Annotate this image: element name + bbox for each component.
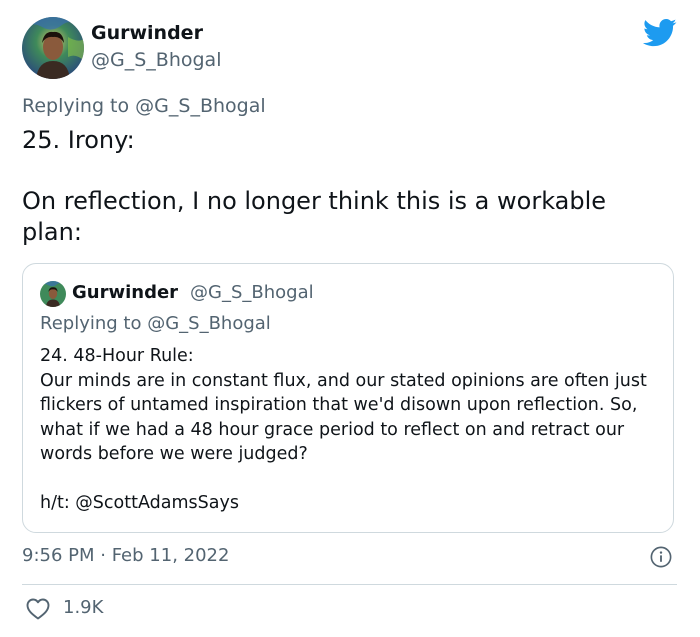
quoted-replying-to: Replying to @G_S_Bhogal [40,313,271,334]
author-avatar[interactable] [22,17,84,79]
tweet-text: 25. Irony: On reflection, I no longer th… [22,125,672,248]
tweet-line-1: 25. Irony: [22,126,135,154]
quoted-title: 24. 48-Hour Rule: [40,346,194,366]
quoted-author-display-name: Gurwinder [72,282,179,303]
tweet-line-2: On reflection, I no longer think this is… [22,187,607,246]
avatar-image [22,17,84,79]
quoted-replying-handle: @G_S_Bhogal [147,313,271,334]
quoted-author-avatar [40,281,66,307]
info-icon[interactable] [650,546,672,568]
author-handle[interactable]: @G_S_Bhogal [91,49,221,71]
quoted-avatar-image [40,281,66,307]
divider [22,584,677,585]
heart-icon[interactable] [26,598,50,620]
replying-handle-link[interactable]: @G_S_Bhogal [135,95,265,117]
tweet-timestamp[interactable]: 9:56 PM · Feb 11, 2022 [22,545,229,566]
like-count: 1.9K [63,597,104,618]
twitter-bird-icon[interactable] [643,18,677,48]
quoted-hat-tip: h/t: @ScottAdamsSays [40,492,239,513]
quoted-body: Our minds are in constant flux, and our … [40,370,647,465]
quoted-tweet-card[interactable]: Gurwinder @G_S_Bhogal Replying to @G_S_B… [22,263,674,533]
quoted-replying-prefix: Replying to [40,313,148,334]
author-display-name[interactable]: Gurwinder [91,22,203,44]
quoted-author-handle: @G_S_Bhogal [190,282,314,303]
replying-to: Replying to @G_S_Bhogal [22,95,266,117]
quoted-tweet-text: 24. 48-Hour Rule: Our minds are in const… [40,344,666,515]
replying-prefix: Replying to [22,95,136,117]
